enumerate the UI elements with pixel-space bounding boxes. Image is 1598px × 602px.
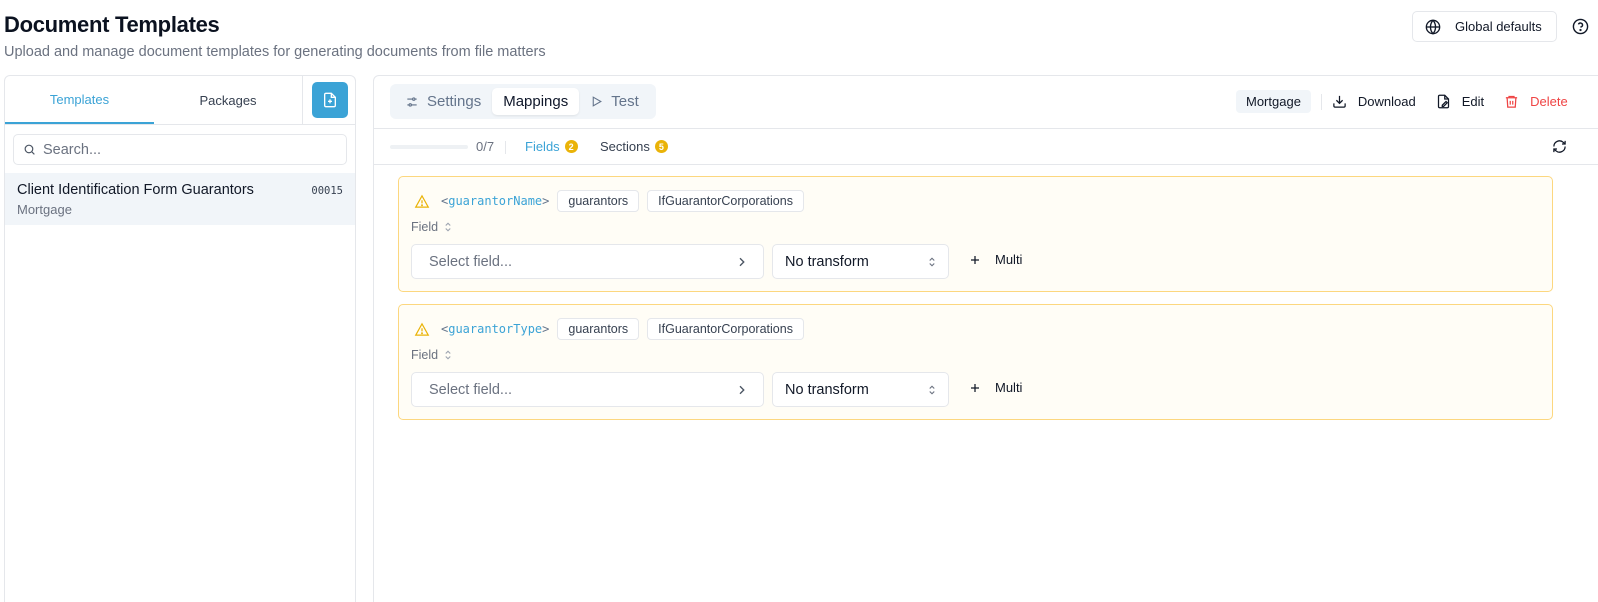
- sections-count-badge: 5: [654, 140, 668, 153]
- subtab-fields[interactable]: Fields 2: [525, 139, 578, 154]
- field-sort-toggle[interactable]: Field: [411, 348, 452, 362]
- upload-template-button[interactable]: [312, 82, 348, 118]
- select-field-placeholder: Select field...: [429, 381, 513, 398]
- tab-settings[interactable]: Settings: [394, 88, 492, 115]
- trash-icon: [1506, 95, 1518, 108]
- template-list-item[interactable]: Client Identification Form Guarantors Mo…: [5, 173, 355, 225]
- select-field-dropdown[interactable]: Select field...: [411, 372, 764, 407]
- page-subtitle: Upload and manage document templates for…: [4, 44, 546, 60]
- tab-test[interactable]: Test: [579, 88, 650, 115]
- download-label: Download: [1357, 94, 1416, 109]
- mapping-card: <guarantorType> guarantors IfGuarantorCo…: [398, 304, 1553, 420]
- delete-label: Delete: [1530, 94, 1568, 109]
- tab-mappings-label: Mappings: [503, 93, 569, 110]
- category-tag: Mortgage: [1236, 90, 1311, 113]
- field-label: Field: [411, 220, 439, 234]
- global-defaults-button[interactable]: Global defaults: [1412, 11, 1557, 42]
- multi-label: Multi: [995, 252, 1023, 267]
- subbar-divider: [505, 141, 506, 154]
- warning-icon: [414, 322, 430, 336]
- variable-name: guarantorName: [448, 194, 543, 208]
- tab-templates[interactable]: Templates: [5, 76, 154, 124]
- subtab-fields-label: Fields: [525, 139, 560, 154]
- variable-close-bracket: >: [542, 322, 550, 336]
- select-field-dropdown[interactable]: Select field...: [411, 244, 764, 279]
- context-chip: IfGuarantorCorporations: [647, 190, 804, 212]
- tab-packages[interactable]: Packages: [154, 76, 303, 124]
- mapping-card-header: <guarantorName> guarantors IfGuarantorCo…: [414, 190, 812, 212]
- templates-panel: Templates Packages Client Identification…: [4, 75, 356, 602]
- delete-button[interactable]: Delete: [1504, 94, 1568, 109]
- global-defaults-label: Global defaults: [1455, 19, 1542, 34]
- context-chip: guarantors: [557, 318, 640, 340]
- subtab-sections[interactable]: Sections 5: [600, 139, 668, 154]
- field-sort-toggle[interactable]: Field: [411, 220, 452, 234]
- context-chip: IfGuarantorCorporations: [647, 318, 804, 340]
- template-code: 00015: [311, 185, 343, 197]
- refresh-icon[interactable]: [1552, 139, 1567, 154]
- subtab-sections-label: Sections: [600, 139, 650, 154]
- transform-value: No transform: [785, 253, 869, 270]
- transform-select[interactable]: No transform: [772, 372, 949, 407]
- chevron-right-icon: [739, 385, 745, 394]
- warning-icon: [414, 194, 430, 208]
- play-icon: [592, 96, 603, 107]
- multi-label: Multi: [995, 380, 1023, 395]
- edit-label: Edit: [1461, 94, 1485, 109]
- multi-button[interactable]: Multi: [969, 380, 1022, 395]
- file-edit-icon: [1437, 94, 1449, 109]
- transform-value: No transform: [785, 381, 869, 398]
- select-field-placeholder: Select field...: [429, 253, 513, 270]
- fields-count-badge: 2: [564, 140, 578, 153]
- variable-close-bracket: >: [542, 194, 550, 208]
- mapping-subbar: 0/7 Fields 2 Sections 5: [374, 128, 1598, 165]
- chevron-right-icon: [739, 257, 745, 266]
- template-category: Mortgage: [17, 202, 72, 217]
- edit-button[interactable]: Edit: [1436, 94, 1484, 109]
- view-tabs: Settings Mappings Test: [390, 84, 656, 119]
- page-header: Document Templates Upload and manage doc…: [4, 12, 546, 60]
- chevrons-up-down-icon: [445, 222, 451, 232]
- file-upload-icon: [324, 92, 336, 108]
- transform-select[interactable]: No transform: [772, 244, 949, 279]
- mapping-card: <guarantorName> guarantors IfGuarantorCo…: [398, 176, 1553, 292]
- template-name: Client Identification Form Guarantors: [17, 182, 254, 198]
- page-title: Document Templates: [4, 12, 220, 37]
- plus-icon: [971, 255, 979, 264]
- search-input[interactable]: [43, 141, 333, 158]
- actions-divider: [1320, 93, 1322, 110]
- download-icon: [1333, 95, 1346, 108]
- chevrons-up-down-icon: [445, 350, 451, 360]
- tab-settings-label: Settings: [427, 93, 482, 110]
- multi-button[interactable]: Multi: [969, 252, 1022, 267]
- template-actions: Mortgage Download Edit Delete: [1236, 90, 1568, 113]
- mapping-card-header: <guarantorType> guarantors IfGuarantorCo…: [414, 318, 812, 340]
- mapping-progress-text: 0/7: [476, 139, 495, 154]
- sliders-icon: [407, 96, 417, 107]
- chevrons-up-down-icon: [929, 384, 935, 395]
- field-label: Field: [411, 348, 439, 362]
- tab-mappings[interactable]: Mappings: [492, 88, 580, 115]
- mapping-progress-bar: [390, 145, 468, 149]
- help-icon[interactable]: [1572, 18, 1589, 35]
- template-detail-panel: Settings Mappings Test Mortgage Download…: [373, 75, 1598, 602]
- template-variable: <guarantorName>: [441, 194, 549, 208]
- chevrons-up-down-icon: [929, 256, 935, 267]
- context-chip: guarantors: [557, 190, 640, 212]
- search-icon: [24, 144, 35, 155]
- download-button[interactable]: Download: [1332, 94, 1416, 109]
- variable-name: guarantorType: [448, 322, 543, 336]
- template-variable: <guarantorType>: [441, 322, 549, 336]
- search-field[interactable]: [13, 134, 347, 165]
- tab-test-label: Test: [611, 93, 639, 110]
- plus-icon: [971, 383, 979, 392]
- left-tabs: Templates Packages: [5, 76, 355, 125]
- globe-icon: [1425, 18, 1441, 35]
